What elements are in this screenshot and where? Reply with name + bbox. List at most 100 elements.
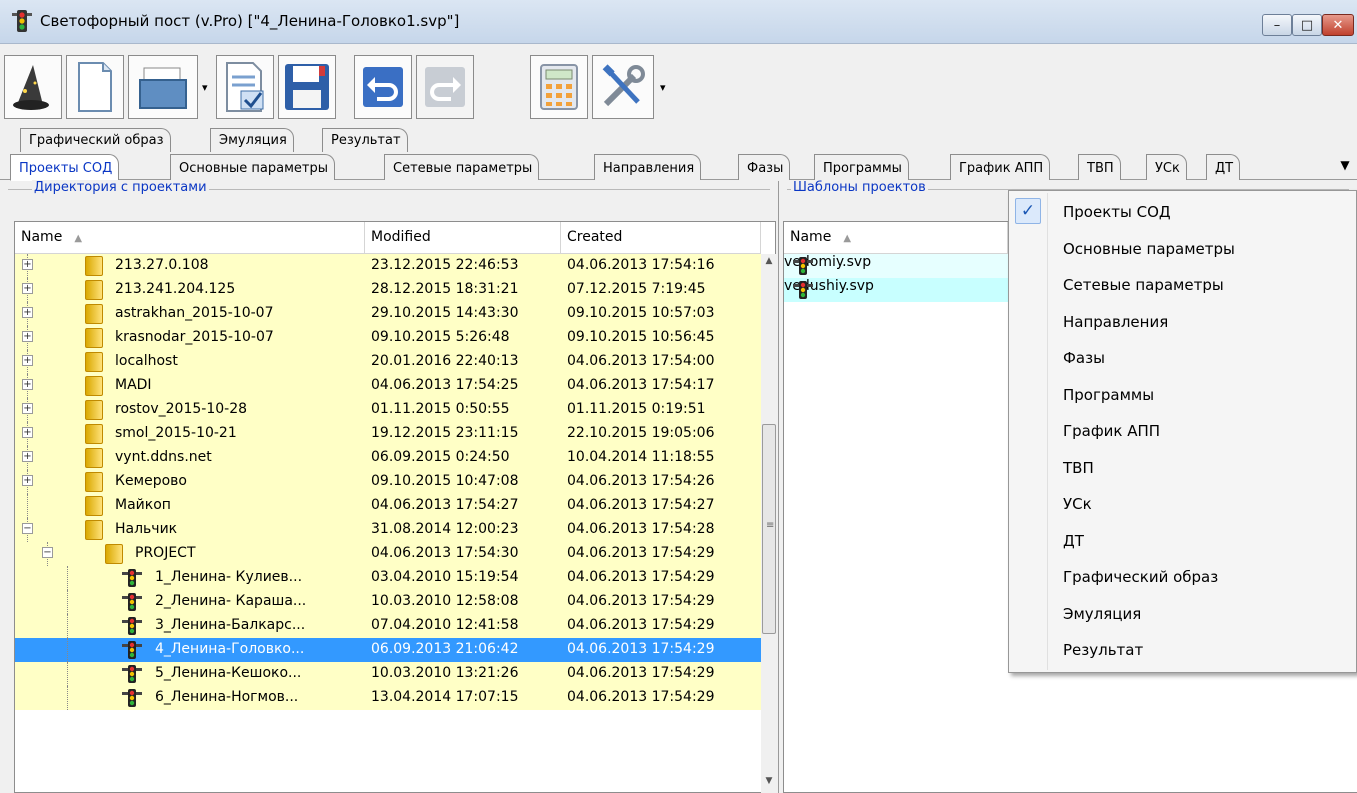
menu-item[interactable]: Основные параметры (1011, 232, 1355, 266)
expand-icon[interactable]: + (22, 451, 33, 462)
sort-asc-icon: ▲ (74, 233, 83, 244)
tree-row-folder[interactable]: + MADI 04.06.2013 17:54:25 04.06.2013 17:54… (15, 374, 761, 398)
tree-row-folder[interactable]: + vynt.ddns.net 06.09.2015 0:24:50 10.04.20… (15, 446, 761, 470)
tree-row-folder[interactable]: + smol_2015-10-21 19.12.2015 23:11:15 22.10… (15, 422, 761, 446)
save-button[interactable] (278, 55, 336, 119)
expand-icon[interactable]: + (22, 259, 33, 270)
tree-item-name: astrakhan_2015-10-07 (115, 305, 274, 321)
check-document-button[interactable] (216, 55, 274, 119)
calculator-button[interactable] (530, 55, 588, 119)
modified-cell: 04.06.2013 17:54:27 (371, 497, 519, 513)
menu-item-label: ДТ (1063, 531, 1084, 550)
close-button[interactable]: ✕ (1322, 14, 1354, 36)
menu-item[interactable]: ✓ Проекты СОД (1011, 195, 1355, 229)
expand-icon[interactable]: + (22, 403, 33, 414)
expand-icon[interactable]: + (22, 331, 33, 342)
tab-dt[interactable]: ДТ (1206, 154, 1241, 180)
redo-button[interactable] (416, 55, 474, 119)
scroll-thumb[interactable]: ≡ (762, 424, 776, 634)
new-file-button[interactable] (66, 55, 124, 119)
vertical-scrollbar[interactable]: ▲ ≡ ▼ (761, 254, 777, 793)
tab-main-parameters[interactable]: Основные параметры (170, 154, 335, 180)
tree-row-project[interactable]: 2_Ленина- Караша... 10.03.2010 12:58:08 04… (15, 590, 761, 614)
open-button[interactable] (128, 55, 198, 119)
minimize-button[interactable]: – (1262, 14, 1292, 36)
menu-item[interactable]: Сетевые параметры (1011, 268, 1355, 302)
tree-row-folder[interactable]: + krasnodar_2015-10-07 09.10.2015 5:26:48 0… (15, 326, 761, 350)
created-cell: 04.06.2013 17:54:00 (567, 353, 715, 369)
tools-button[interactable] (592, 55, 654, 119)
traffic-light-icon (122, 593, 142, 611)
menu-item[interactable]: Программы (1011, 378, 1355, 412)
tree-row-folder[interactable]: +213.241.204.125 28.12.2015 18:31:21 07.12… (15, 278, 761, 302)
tree-row-folder[interactable]: + localhost 20.01.2016 22:40:13 04.06.2013 … (15, 350, 761, 374)
tree-row-project[interactable]: 1_Ленина- Кулиев... 03.04.2010 15:19:54 04… (15, 566, 761, 590)
scroll-up-icon[interactable]: ▲ (761, 256, 777, 272)
tree-row-project[interactable]: 5_Ленина-Кешоко... 10.03.2010 13:21:26 04.… (15, 662, 761, 686)
traffic-light-icon (122, 689, 142, 707)
tab-usk[interactable]: УСк (1146, 154, 1187, 180)
menu-item[interactable]: График АПП (1011, 414, 1355, 448)
tree-row-folder[interactable]: + Кемерово 09.10.2015 10:47:08 04.06.2013 1… (15, 470, 761, 494)
wizard-button[interactable] (4, 55, 62, 119)
tree-row-folder[interactable]: + astrakhan_2015-10-07 29.10.2015 14:43:30… (15, 302, 761, 326)
folder-icon (85, 496, 103, 516)
menu-item[interactable]: Фазы (1011, 341, 1355, 375)
tabs-dropdown-icon[interactable]: ▼ (1335, 158, 1355, 178)
tab-graphic-image[interactable]: Графический образ (20, 128, 171, 152)
tab-sod-projects[interactable]: Проекты СОД (10, 154, 120, 181)
column-header-name[interactable]: Name ▲ (784, 222, 1008, 254)
expand-icon[interactable]: + (22, 475, 33, 486)
tools-dropdown-icon[interactable]: ▾ (660, 81, 666, 94)
tree-row-folder[interactable]: Майкоп 04.06.2013 17:54:27 04.06.2013 17:5… (15, 494, 761, 518)
menu-item[interactable]: УСк (1011, 487, 1355, 521)
wizard-icon (13, 65, 49, 110)
template-row[interactable]: vedushiy.svp (784, 278, 1008, 302)
scroll-down-icon[interactable]: ▼ (761, 776, 777, 792)
menu-item[interactable]: Эмуляция (1011, 597, 1355, 631)
menu-item[interactable]: Результат (1011, 633, 1355, 667)
column-header-name[interactable]: Name ▲ (15, 222, 365, 254)
tree-row-project[interactable]: 3_Ленина-Балкарс... 07.04.2010 12:41:58 04… (15, 614, 761, 638)
undo-button[interactable] (354, 55, 412, 119)
tree-row-folder[interactable]: − PROJECT 04.06.2013 17:54:30 04.06.2013 17… (15, 542, 761, 566)
menu-item[interactable]: Направления (1011, 305, 1355, 339)
expand-icon[interactable]: + (22, 307, 33, 318)
expand-icon[interactable]: + (22, 379, 33, 390)
tree-item-name: 4_Ленина-Головко... (155, 641, 305, 657)
column-header-modified[interactable]: Modified (365, 222, 561, 254)
tree-item-name: krasnodar_2015-10-07 (115, 329, 274, 345)
tree-row-project[interactable]: 4_Ленина-Головко... 06.09.2013 21:06:42 04… (15, 638, 761, 662)
tab-phases[interactable]: Фазы (738, 154, 791, 180)
tabs-context-menu: ✓ Проекты СОД Основные параметры Сетевые па… (1008, 190, 1357, 673)
open-dropdown-icon[interactable]: ▾ (202, 81, 208, 94)
tab-programs[interactable]: Программы (814, 154, 909, 180)
tab-result[interactable]: Результат (322, 128, 408, 152)
tree-row-folder[interactable]: + rostov_2015-10-28 01.11.2015 0:50:55 01.1… (15, 398, 761, 422)
expand-icon[interactable]: + (22, 283, 33, 294)
column-header-created[interactable]: Created (561, 222, 761, 254)
tree-row-project[interactable]: 6_Ленина-Ногмов... 13.04.2014 17:07:15 04.… (15, 686, 761, 710)
collapse-icon[interactable]: − (42, 547, 53, 558)
tree-guide-line (67, 590, 68, 614)
tree-row-folder[interactable]: +213.27.0.108 23.12.2015 22:46:53 04.06.20… (15, 254, 761, 278)
menu-item[interactable]: ДТ (1011, 524, 1355, 558)
checkmark-icon: ✓ (1015, 198, 1041, 224)
tree-row-folder[interactable]: − Нальчик 31.08.2014 12:00:23 04.06.2013 17… (15, 518, 761, 542)
expand-icon[interactable]: + (22, 355, 33, 366)
expand-icon[interactable]: + (22, 427, 33, 438)
maximize-button[interactable]: □ (1292, 14, 1322, 36)
template-row[interactable]: vedomiy.svp (784, 254, 1008, 278)
tab-app-schedule[interactable]: График АПП (950, 154, 1051, 180)
projects-tree[interactable]: Name ▲ Modified Created +213.27.0.108 23.1… (14, 221, 777, 793)
tab-emulation[interactable]: Эмуляция (210, 128, 294, 152)
tab-network-parameters[interactable]: Сетевые параметры (384, 154, 540, 180)
tab-directions[interactable]: Направления (594, 154, 702, 180)
tree-item-name: localhost (115, 353, 178, 369)
menu-item[interactable]: ТВП (1011, 451, 1355, 485)
tab-tvp[interactable]: ТВП (1078, 154, 1121, 180)
menu-item[interactable]: Графический образ (1011, 560, 1355, 594)
collapse-icon[interactable]: − (22, 523, 33, 534)
modified-cell: 09.10.2015 5:26:48 (371, 329, 510, 345)
tree-item-name: 1_Ленина- Кулиев... (155, 569, 303, 585)
